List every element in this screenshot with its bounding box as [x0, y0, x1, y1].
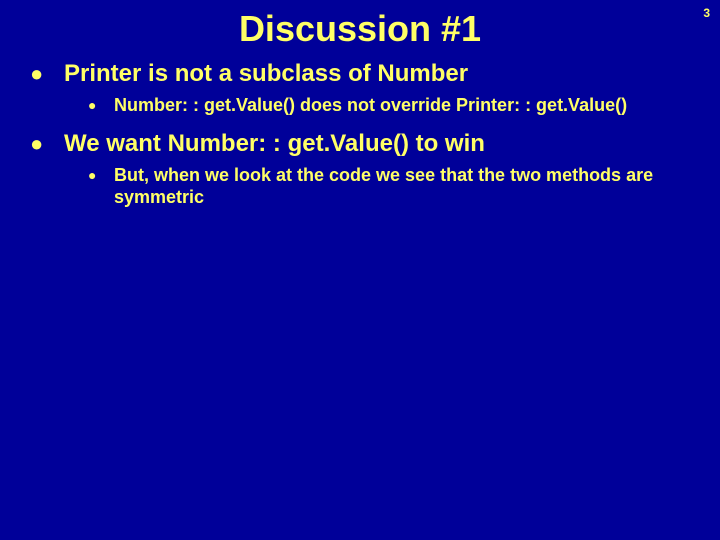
- bullet-icon: ●: [88, 94, 114, 116]
- bullet-icon: ●: [88, 164, 114, 186]
- list-item: ● But, when we look at the code we see t…: [88, 164, 700, 208]
- list-item-text: But, when we look at the code we see tha…: [114, 164, 700, 208]
- bullet-icon: ●: [30, 60, 64, 88]
- list-item-text: We want Number: : get.Value() to win: [64, 130, 700, 158]
- bullet-icon: ●: [30, 130, 64, 158]
- list-item-text: Printer is not a subclass of Number: [64, 60, 700, 88]
- page-number: 3: [703, 6, 710, 20]
- list-item: ● Printer is not a subclass of Number: [30, 60, 700, 88]
- list-item: ● We want Number: : get.Value() to win: [30, 130, 700, 158]
- list-item: ● Number: : get.Value() does not overrid…: [88, 94, 700, 116]
- slide-title: Discussion #1: [0, 0, 720, 60]
- slide: 3 Discussion #1 ● Printer is not a subcl…: [0, 0, 720, 540]
- slide-body: ● Printer is not a subclass of Number ● …: [0, 60, 720, 208]
- sublist: ● Number: : get.Value() does not overrid…: [88, 94, 700, 116]
- list-item-text: Number: : get.Value() does not override …: [114, 94, 700, 116]
- sublist: ● But, when we look at the code we see t…: [88, 164, 700, 208]
